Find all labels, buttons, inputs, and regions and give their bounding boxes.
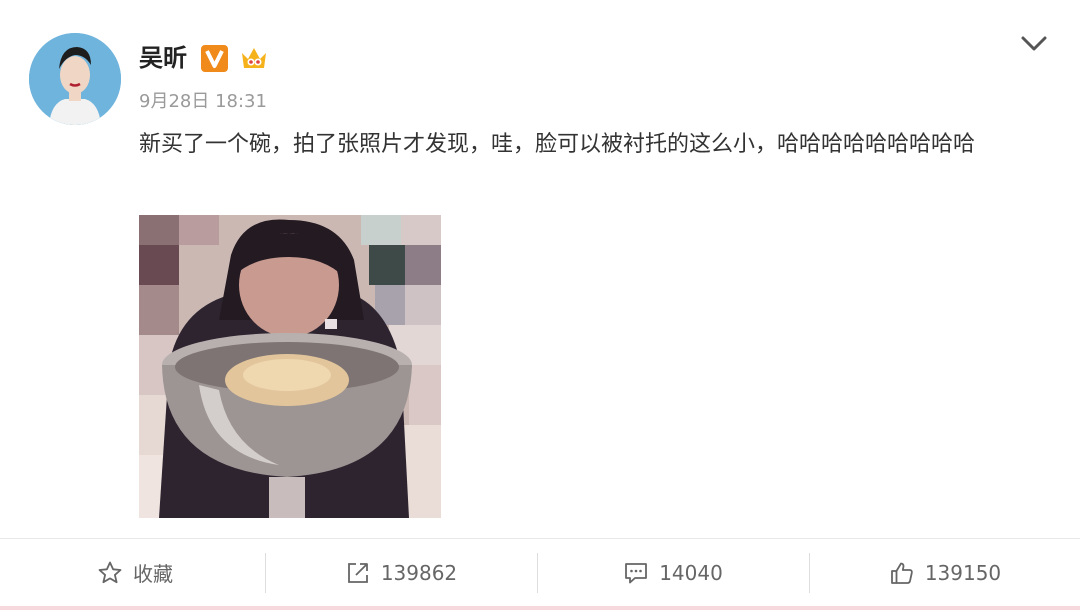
comment-button[interactable]: 14040 <box>538 539 808 606</box>
bottom-accent-line <box>0 606 1080 610</box>
like-count: 139150 <box>924 560 1002 585</box>
post-text: 新买了一个碗，拍了张照片才发现，哇，脸可以被衬托的这么小，哈哈哈哈哈哈哈哈哈 <box>139 132 976 157</box>
weibo-post: 吴昕 9月28日 18:31 新买了一个碗，拍了张照片才发现，哇，脸可以被衬托的… <box>0 0 1080 540</box>
repost-button[interactable]: 139862 <box>266 539 536 606</box>
post-photo[interactable] <box>139 215 441 518</box>
comment-icon <box>623 560 649 586</box>
author-avatar[interactable] <box>29 33 121 125</box>
star-icon <box>97 560 123 586</box>
comment-count: 14040 <box>659 560 723 585</box>
crown-member-icon[interactable] <box>238 42 270 74</box>
action-bar: 收藏 139862 14040 139150 <box>0 539 1080 606</box>
author-name[interactable]: 吴昕 <box>139 42 187 74</box>
verified-v-icon <box>201 45 228 72</box>
favorite-label: 收藏 <box>133 562 173 586</box>
favorite-button[interactable]: 收藏 <box>0 539 270 606</box>
repost-count: 139862 <box>380 560 458 585</box>
chevron-down-icon[interactable] <box>1017 32 1051 56</box>
like-button[interactable]: 139150 <box>810 539 1080 606</box>
thumbs-up-icon <box>889 560 915 586</box>
share-icon <box>345 560 371 586</box>
post-timestamp[interactable]: 9月28日 18:31 <box>139 90 267 114</box>
